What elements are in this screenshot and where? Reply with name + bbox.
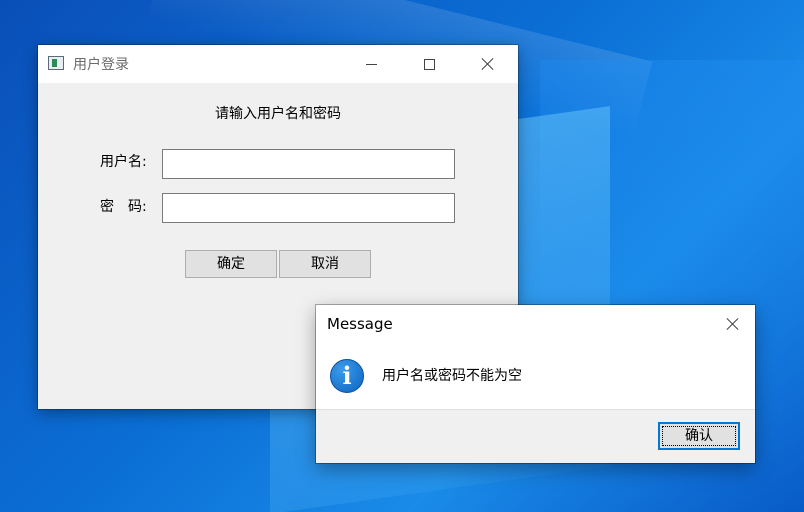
message-footer: 确认 <box>316 409 755 463</box>
message-close-button[interactable] <box>710 305 755 343</box>
maximize-button[interactable] <box>406 45 452 83</box>
password-label: 密 码: <box>100 199 147 215</box>
maximize-icon <box>423 58 435 70</box>
password-input[interactable] <box>162 193 455 223</box>
message-title: Message <box>327 315 393 333</box>
info-icon: i <box>330 359 364 393</box>
username-label: 用户名: <box>100 154 147 170</box>
minimize-icon <box>365 63 377 65</box>
app-icon <box>48 56 64 70</box>
close-icon <box>726 317 740 331</box>
minimize-button[interactable] <box>348 45 394 83</box>
login-titlebar[interactable]: 用户登录 <box>38 45 518 83</box>
close-icon <box>481 57 495 71</box>
confirm-button[interactable]: 确定 <box>185 250 277 278</box>
message-ok-button[interactable]: 确认 <box>658 422 740 450</box>
window-title: 用户登录 <box>73 57 129 73</box>
close-button[interactable] <box>465 45 511 83</box>
cancel-button[interactable]: 取消 <box>279 250 371 278</box>
message-text: 用户名或密码不能为空 <box>382 368 522 384</box>
login-prompt: 请输入用户名和密码 <box>215 106 341 122</box>
username-input[interactable] <box>162 149 455 179</box>
message-box: Message i 用户名或密码不能为空 确认 <box>316 305 755 463</box>
